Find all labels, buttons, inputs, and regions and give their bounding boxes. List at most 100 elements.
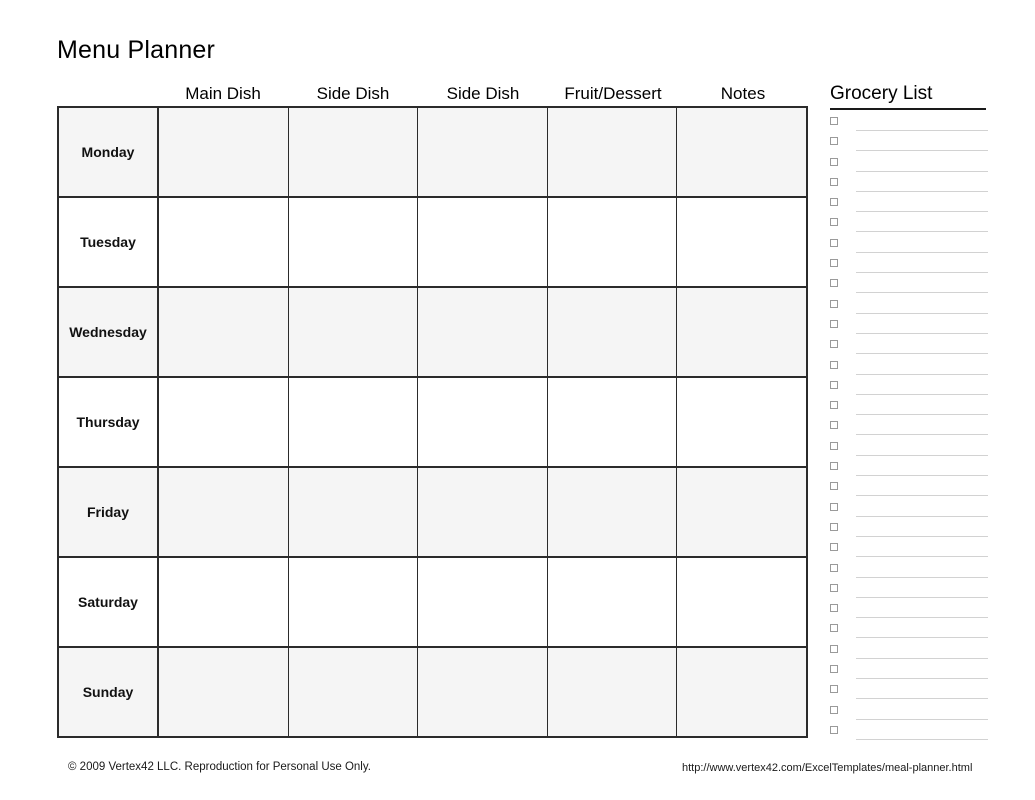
planner-cell[interactable] [288,468,419,556]
planner-cell[interactable] [547,198,678,286]
checkbox-icon[interactable] [830,177,838,186]
checkbox-icon[interactable] [830,685,838,694]
planner-cell[interactable] [547,108,678,196]
planner-cell[interactable] [547,378,678,466]
checkbox-icon[interactable] [830,137,838,146]
grocery-write-line[interactable] [856,414,988,416]
grocery-write-line[interactable] [856,475,988,477]
planner-cell[interactable] [547,558,678,646]
checkbox-icon[interactable] [830,563,838,572]
checkbox-icon[interactable] [830,157,838,166]
planner-cell[interactable] [677,288,806,376]
grocery-write-line[interactable] [856,251,988,253]
checkbox-icon[interactable] [830,198,838,207]
grocery-write-line[interactable] [856,434,988,436]
planner-cell[interactable] [677,468,806,556]
grocery-write-line[interactable] [856,353,988,355]
planner-cell[interactable] [159,648,289,736]
planner-cell[interactable] [677,648,806,736]
grocery-write-line[interactable] [856,678,988,680]
grocery-write-line[interactable] [856,393,988,395]
grocery-list-panel: Grocery List [830,82,988,744]
grocery-write-line[interactable] [856,292,988,294]
checkbox-icon[interactable] [830,360,838,369]
checkbox-icon[interactable] [830,665,838,674]
planner-cell[interactable] [288,288,419,376]
planner-cell[interactable] [159,288,289,376]
planner-cell[interactable] [677,108,806,196]
grocery-write-line[interactable] [856,535,988,537]
planner-cell[interactable] [418,108,548,196]
checkbox-icon[interactable] [830,380,838,389]
checkbox-icon[interactable] [830,462,838,471]
grocery-write-line[interactable] [856,556,988,558]
planner-cell[interactable] [418,288,548,376]
planner-cell[interactable] [288,558,419,646]
planner-cell[interactable] [677,198,806,286]
grocery-write-line[interactable] [856,657,988,659]
checkbox-icon[interactable] [830,279,838,288]
checkbox-icon[interactable] [830,441,838,450]
checkbox-icon[interactable] [830,218,838,227]
grocery-write-line[interactable] [856,170,988,172]
grocery-write-line[interactable] [856,454,988,456]
planner-cell[interactable] [288,648,419,736]
planner-cell[interactable] [159,558,289,646]
planner-cell[interactable] [159,468,289,556]
checkbox-icon[interactable] [830,522,838,531]
checkbox-icon[interactable] [830,482,838,491]
checkbox-icon[interactable] [830,725,838,734]
planner-cell[interactable] [288,378,419,466]
grocery-list-item [830,399,988,419]
planner-cell[interactable] [547,648,678,736]
grocery-write-line[interactable] [856,495,988,497]
grocery-write-line[interactable] [856,332,988,334]
grocery-write-line[interactable] [856,718,988,720]
checkbox-icon[interactable] [830,340,838,349]
checkbox-icon[interactable] [830,299,838,308]
grocery-write-line[interactable] [856,312,988,314]
grocery-write-line[interactable] [856,130,988,131]
grocery-write-line[interactable] [856,373,988,375]
grocery-write-line[interactable] [856,150,988,152]
grocery-write-line[interactable] [856,698,988,700]
checkbox-icon[interactable] [830,401,838,410]
planner-cell[interactable] [288,108,419,196]
grocery-write-line[interactable] [856,576,988,578]
planner-cell[interactable] [547,288,678,376]
planner-cell[interactable] [677,558,806,646]
checkbox-icon[interactable] [830,117,838,125]
checkbox-icon[interactable] [830,644,838,653]
footer-url[interactable]: http://www.vertex42.com/ExcelTemplates/m… [682,762,972,774]
planner-cell[interactable] [418,648,548,736]
planner-cell[interactable] [288,198,419,286]
checkbox-icon[interactable] [830,705,838,714]
planner-cell[interactable] [677,378,806,466]
checkbox-icon[interactable] [830,604,838,613]
grocery-write-line[interactable] [856,211,988,213]
planner-cell[interactable] [159,198,289,286]
checkbox-icon[interactable] [830,543,838,552]
grocery-write-line[interactable] [856,738,988,740]
grocery-write-line[interactable] [856,617,988,619]
planner-cell[interactable] [418,558,548,646]
grocery-write-line[interactable] [856,515,988,517]
checkbox-icon[interactable] [830,583,838,592]
planner-cell[interactable] [159,108,289,196]
planner-cell[interactable] [418,198,548,286]
grocery-write-line[interactable] [856,190,988,192]
checkbox-icon[interactable] [830,259,838,268]
planner-cell[interactable] [159,378,289,466]
grocery-write-line[interactable] [856,637,988,639]
grocery-write-line[interactable] [856,596,988,598]
checkbox-icon[interactable] [830,502,838,511]
planner-cell[interactable] [418,378,548,466]
checkbox-icon[interactable] [830,624,838,633]
checkbox-icon[interactable] [830,238,838,247]
grocery-write-line[interactable] [856,272,988,274]
planner-cell[interactable] [418,468,548,556]
checkbox-icon[interactable] [830,421,838,430]
checkbox-icon[interactable] [830,319,838,328]
grocery-write-line[interactable] [856,231,988,233]
planner-cell[interactable] [547,468,678,556]
